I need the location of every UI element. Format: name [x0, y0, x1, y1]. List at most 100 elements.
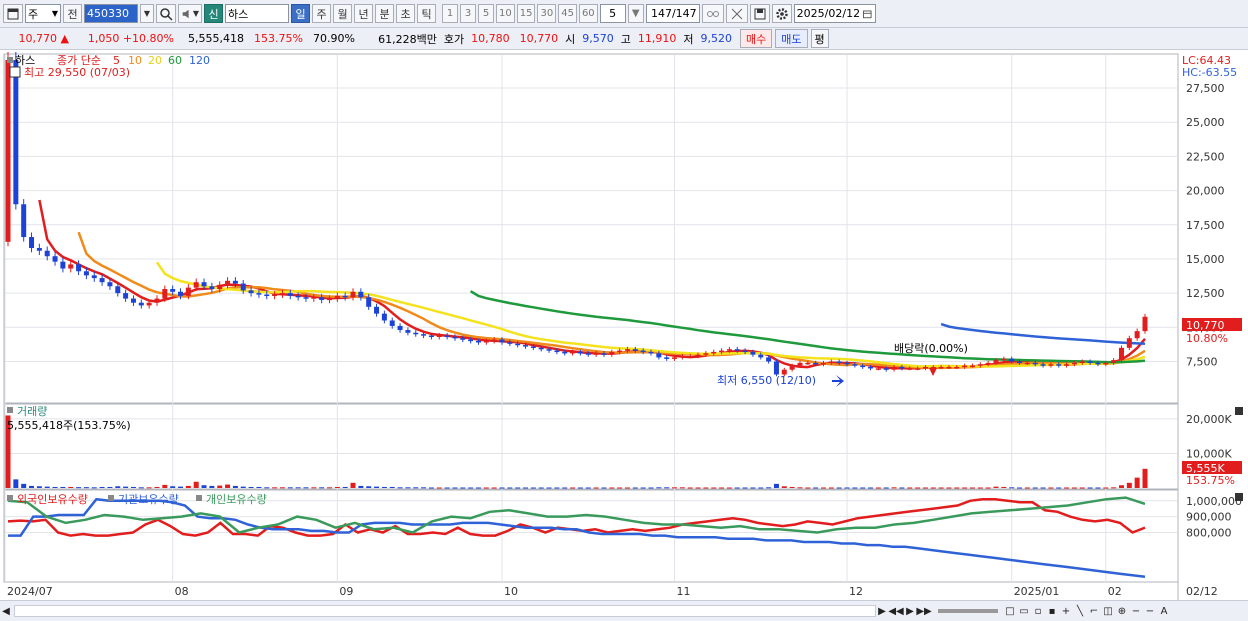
current-price-tag-text: 10,770 — [1186, 319, 1225, 332]
volume-bar — [695, 487, 701, 489]
volume-bar — [358, 485, 364, 488]
step-back-icon[interactable]: ▶ — [904, 604, 916, 618]
period-select[interactable]: 주 ▼ — [25, 4, 61, 23]
zoom-slider[interactable] — [938, 609, 998, 613]
layout-3-icon[interactable]: ▫ — [1032, 604, 1044, 618]
step-1-button[interactable]: 1 — [442, 4, 458, 23]
skip-back-icon[interactable]: ◀◀ — [888, 604, 903, 618]
price-tick-label: 20,000 — [1186, 185, 1225, 198]
measure-icon[interactable]: ⌐ — [1088, 604, 1100, 618]
candle-body — [1024, 362, 1030, 365]
minus-icon[interactable]: − — [1130, 604, 1142, 618]
save-icon — [754, 8, 766, 19]
candle-body — [13, 60, 19, 205]
stock-name-field[interactable]: 하스 — [225, 4, 289, 23]
layout-1-icon[interactable]: □ — [1004, 604, 1016, 618]
volume-bar — [1056, 487, 1062, 489]
candle-body — [483, 340, 489, 343]
buy-button[interactable]: 매수 — [740, 29, 773, 48]
sound-button[interactable]: ▼ — [178, 4, 202, 23]
close-panel-icon[interactable] — [1235, 407, 1243, 415]
range-mode-button[interactable]: 전 — [63, 4, 82, 23]
chart-area[interactable]: 27,500 25,000 22,500 20,000 17,500 15,000 12,5… — [0, 51, 1248, 600]
volume-bar — [123, 486, 129, 488]
step-10-button[interactable]: 10 — [496, 4, 515, 23]
step-15-button[interactable]: 15 — [516, 4, 536, 23]
scroll-left-icon[interactable]: ◀ — [0, 604, 12, 618]
volume-bar — [1017, 487, 1023, 489]
layout-2-icon[interactable]: ▭ — [1018, 604, 1030, 618]
candle-body — [68, 264, 74, 269]
volume-bar — [178, 486, 184, 488]
zoom-out-icon[interactable]: − — [1144, 604, 1156, 618]
save-button[interactable] — [749, 4, 770, 23]
candle-body — [734, 349, 740, 351]
step-3-button[interactable]: 3 — [460, 4, 476, 23]
candle-body — [130, 298, 136, 303]
volume-bar — [272, 487, 278, 489]
bar-count-input[interactable]: 147/147 — [645, 4, 700, 23]
interval-year-button[interactable]: 년 — [354, 4, 373, 23]
line-tool-icon[interactable]: ╲ — [1074, 604, 1086, 618]
panel-handle-icon[interactable] — [7, 495, 13, 501]
settings-button[interactable] — [771, 4, 792, 23]
volume-bar — [1009, 487, 1015, 489]
panel-handle-icon[interactable] — [7, 57, 13, 63]
zoom-in-icon[interactable]: ⊕ — [1116, 604, 1128, 618]
crosshair-icon[interactable]: + — [1060, 604, 1072, 618]
step-value-input[interactable]: 5 — [599, 4, 626, 23]
scroll-track[interactable] — [14, 605, 876, 617]
step-60-button[interactable]: 60 — [578, 4, 598, 23]
date-value: 2025/02/12 — [796, 7, 861, 20]
candle-body — [1040, 364, 1046, 366]
open-value: 9,570 — [582, 32, 614, 45]
evaluation-button[interactable]: 평 — [810, 29, 829, 48]
candle-body — [672, 357, 678, 359]
candle-body — [711, 351, 717, 354]
layout-4-icon[interactable]: ▪ — [1046, 604, 1058, 618]
candle-body — [617, 350, 623, 353]
step-30-button[interactable]: 30 — [537, 4, 557, 23]
interval-week-button[interactable]: 주 — [312, 4, 331, 23]
volume-bar — [350, 482, 356, 488]
window-icon[interactable] — [3, 4, 23, 23]
volume-bar — [985, 487, 991, 489]
volume-bar — [342, 486, 348, 488]
candle-body — [1056, 364, 1062, 366]
step-5-button[interactable]: 5 — [478, 4, 494, 23]
candle-body — [852, 364, 858, 366]
panel-handle-icon[interactable] — [7, 407, 13, 413]
candle-body — [915, 368, 921, 370]
low-label: 저 — [683, 32, 694, 46]
skip-forward-icon[interactable]: ▶▶ — [916, 604, 931, 618]
code-dropdown-button[interactable]: ▼ — [140, 4, 154, 23]
date-input[interactable]: 2025/02/12 — [793, 4, 876, 23]
close-panel-icon[interactable] — [1235, 493, 1243, 501]
volume-bar — [1071, 487, 1077, 489]
draw-button[interactable] — [725, 4, 748, 23]
speaker-icon — [182, 9, 189, 18]
capture-icon[interactable]: ◫ — [1102, 604, 1114, 618]
step-45-button[interactable]: 45 — [558, 4, 577, 23]
volume-tick-label: 20,000K — [1186, 413, 1232, 426]
chevron-down-icon: ▼ — [631, 8, 640, 19]
interval-day-button[interactable]: 일 — [291, 4, 310, 23]
stock-code-input[interactable]: 450330 — [84, 4, 138, 23]
volume-bar — [334, 486, 340, 488]
chart-scrollbar[interactable]: ◀ ▶ ◀◀ ▶ ▶▶ □ ▭ ▫ ▪ + ╲ ⌐ ◫ ⊕ − − A — [0, 600, 1248, 621]
step-dropdown-button[interactable]: ▼ — [627, 4, 644, 23]
interval-tick-button[interactable]: 틱 — [417, 4, 436, 23]
search-button[interactable] — [156, 4, 176, 23]
volume-bar — [468, 487, 474, 489]
interval-second-button[interactable]: 초 — [396, 4, 415, 23]
dividend-note: 배당락(0.00%) — [894, 342, 968, 355]
link-button[interactable] — [701, 4, 724, 23]
play-icon[interactable]: ▶ — [876, 604, 888, 618]
volume-title: 거래량 — [17, 405, 47, 418]
interval-minute-button[interactable]: 분 — [375, 4, 394, 23]
interval-month-button[interactable]: 월 — [333, 4, 352, 23]
sell-button[interactable]: 매도 — [775, 29, 808, 48]
font-size-icon[interactable]: A — [1158, 604, 1170, 618]
volume-bar — [21, 483, 27, 488]
x-tick-label: 02 — [1108, 585, 1122, 598]
